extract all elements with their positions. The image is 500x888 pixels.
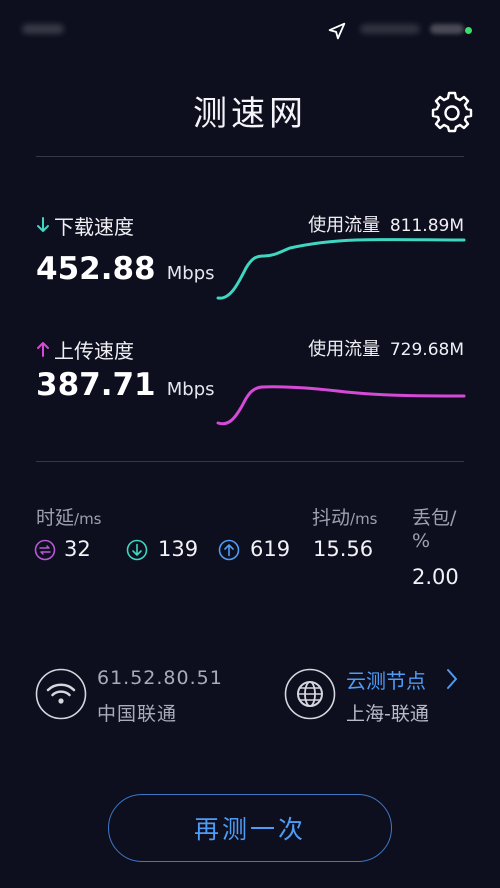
packet-loss-unit: % — [412, 530, 431, 552]
status-bar — [0, 0, 500, 60]
upload-speed-chart — [216, 385, 466, 426]
upload-usage-value: 729.68M — [389, 340, 464, 360]
retest-button[interactable]: 再测一次 — [108, 794, 392, 862]
download-speed-label: 下载速度 — [54, 215, 134, 239]
packet-loss-label: 丢包/ — [412, 507, 457, 529]
latency-value: 32 — [64, 537, 91, 561]
download-speed-value: 452.88 — [36, 251, 156, 287]
upload-arrow-icon — [37, 342, 49, 357]
settings-gear-icon[interactable] — [430, 90, 474, 134]
jitter-label: 抖动/ms — [312, 507, 378, 529]
app-title: 测速网 — [193, 94, 307, 134]
battery-charging-dot — [465, 27, 472, 34]
upload-speed-line — [216, 385, 466, 426]
globe-icon — [284, 668, 336, 720]
upload-speed-unit: Mbps — [166, 379, 215, 400]
ip-address: 61.52.80.51 — [97, 667, 223, 689]
upload-usage: 使用流量 729.68M — [308, 335, 464, 361]
upload-speed: 387.71 Mbps — [36, 367, 215, 403]
download-speed: 452.88 Mbps — [36, 251, 215, 287]
test-node-name: 上海-联通 — [346, 703, 429, 725]
packet-loss-value: 2.00 — [412, 565, 459, 589]
wifi-icon — [35, 668, 87, 720]
latency-download-value: 139 — [158, 537, 199, 561]
status-indicators — [360, 24, 420, 34]
battery-icon — [430, 24, 464, 34]
isp-name: 中国联通 — [97, 703, 178, 725]
download-speed-line — [216, 238, 466, 300]
download-arrow-icon — [37, 217, 49, 232]
cloud-node-link[interactable]: 云测节点 — [346, 665, 426, 694]
jitter-value: 15.56 — [313, 537, 374, 561]
status-time — [22, 24, 64, 34]
section-divider — [36, 461, 464, 462]
chevron-right-icon[interactable] — [445, 668, 459, 690]
latency-label: 时延/ms — [36, 507, 102, 529]
upload-speed-label: 上传速度 — [54, 339, 134, 363]
download-speed-chart — [216, 238, 466, 300]
upload-usage-label: 使用流量 — [308, 339, 381, 360]
upload-speed-value: 387.71 — [36, 367, 156, 403]
latency-download-icon — [126, 539, 148, 561]
location-arrow-icon — [328, 22, 346, 40]
latency-upload-value: 619 — [250, 537, 291, 561]
latency-idle-icon — [34, 539, 56, 561]
latency-upload-icon — [218, 539, 240, 561]
download-speed-unit: Mbps — [166, 263, 215, 284]
header-divider — [36, 156, 464, 157]
